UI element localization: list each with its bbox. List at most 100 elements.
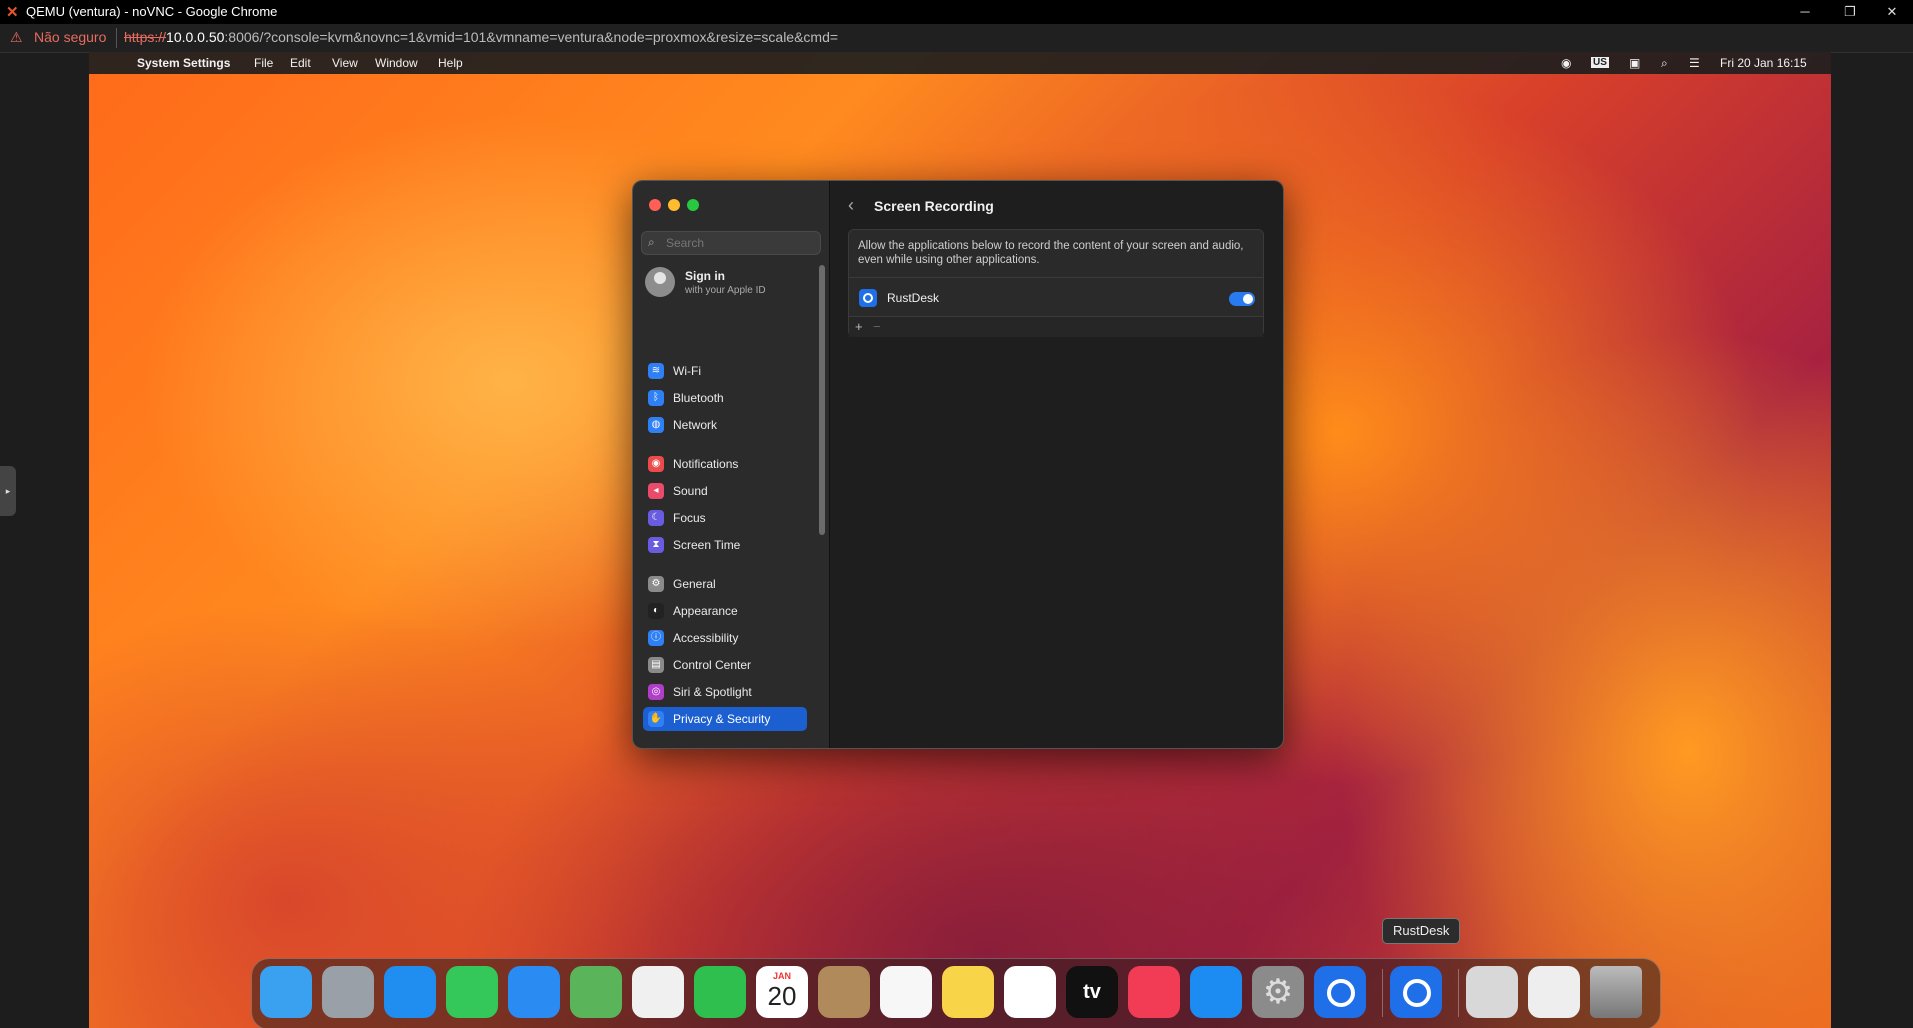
- dock-freeform-icon[interactable]: [1004, 966, 1056, 1018]
- sidebar-item-network[interactable]: ◍ Network: [643, 413, 807, 437]
- sidebar-item-siri-spotlight[interactable]: ◎ Siri & Spotlight: [643, 680, 807, 704]
- sidebar-item-screen-time[interactable]: ⧗ Screen Time: [643, 533, 807, 557]
- rustdesk-ring: [1403, 979, 1431, 1007]
- zoom-window-button[interactable]: [687, 199, 699, 211]
- dock-launchpad-icon[interactable]: [322, 966, 374, 1018]
- sidebar-scrollbar[interactable]: [819, 265, 825, 535]
- sidebar-item-label: Sound: [673, 484, 708, 498]
- sidebar-item-appearance[interactable]: ◐ Appearance: [643, 599, 807, 623]
- sound-icon: ◂: [648, 483, 664, 499]
- dock-music-icon[interactable]: [1128, 966, 1180, 1018]
- sidebar-item-privacy-security[interactable]: ✋ Privacy & Security: [643, 707, 807, 731]
- dock-reminders-icon[interactable]: [880, 966, 932, 1018]
- menu-edit[interactable]: Edit: [290, 56, 311, 70]
- search-icon: ⌕: [648, 235, 655, 249]
- back-button[interactable]: ‹: [848, 195, 854, 216]
- dock-trash-icon[interactable]: [1590, 966, 1642, 1018]
- gear-icon: ⚙: [1262, 973, 1294, 1011]
- wi-fi-icon: ≋: [648, 363, 664, 379]
- apple-id-signin[interactable]: Sign in with your Apple ID: [645, 267, 821, 303]
- menu-window[interactable]: Window: [375, 56, 418, 70]
- sidebar-item-focus[interactable]: ☾ Focus: [643, 506, 807, 530]
- dock-system-settings-icon[interactable]: ⚙: [1252, 966, 1304, 1018]
- minimize-window-button[interactable]: [668, 199, 680, 211]
- novnc-control-bar-handle[interactable]: ▸: [0, 466, 16, 516]
- dock-photos-icon[interactable]: [632, 966, 684, 1018]
- menu-clock[interactable]: Fri 20 Jan 16:15: [1720, 56, 1807, 70]
- network-icon: ◍: [648, 417, 664, 433]
- dock-finder-icon[interactable]: [260, 966, 312, 1018]
- close-window-button[interactable]: [649, 199, 661, 211]
- address-bar[interactable]: ⚠ Não seguro https://10.0.0.50:8006/?con…: [0, 24, 1913, 53]
- signin-title: Sign in: [685, 269, 725, 283]
- add-app-button[interactable]: +: [855, 319, 863, 334]
- system-settings-window: ⌕ Search Sign in with your Apple ID ≋ Wi-…: [632, 180, 1284, 749]
- vnc-screen[interactable]: System Settings File Edit View Window He…: [89, 52, 1831, 1028]
- sidebar-item-notifications[interactable]: ◉ Notifications: [643, 452, 807, 476]
- sidebar-item-general[interactable]: ⚙ General: [643, 572, 807, 596]
- menu-app-name[interactable]: System Settings: [137, 56, 230, 70]
- menu-help[interactable]: Help: [438, 56, 463, 70]
- signin-subtitle: with your Apple ID: [685, 285, 766, 296]
- sidebar-item-bluetooth[interactable]: ᛒ Bluetooth: [643, 386, 807, 410]
- screen-time-icon: ⧗: [648, 537, 664, 553]
- sidebar-item-wi-fi[interactable]: ≋ Wi-Fi: [643, 359, 807, 383]
- window-icon[interactable]: ▣: [1629, 56, 1640, 70]
- rustdesk-permission-toggle[interactable]: [1229, 292, 1255, 306]
- dock-app-store-icon[interactable]: [1190, 966, 1242, 1018]
- notifications-icon: ◉: [648, 456, 664, 472]
- control-center-icon[interactable]: ☰: [1689, 56, 1700, 70]
- dock-messages-icon[interactable]: [446, 966, 498, 1018]
- list-item[interactable]: RustDesk: [849, 278, 1263, 316]
- dock-mail-icon[interactable]: [508, 966, 560, 1018]
- url-text[interactable]: https://10.0.0.50:8006/?console=kvm&novn…: [124, 29, 838, 45]
- sidebar-item-label: Screen Time: [673, 538, 741, 552]
- settings-content: ‹ Screen Recording Allow the application…: [830, 181, 1283, 748]
- menu-file[interactable]: File: [254, 56, 273, 70]
- dock-calendar-icon[interactable]: JAN 20: [756, 966, 808, 1018]
- macos-menu-bar: System Settings File Edit View Window He…: [89, 52, 1831, 74]
- dock-facetime-icon[interactable]: [694, 966, 746, 1018]
- menu-view[interactable]: View: [332, 56, 358, 70]
- restore-button[interactable]: ❐: [1830, 2, 1870, 22]
- rustdesk-ring: [1327, 979, 1355, 1007]
- sidebar-item-accessibility[interactable]: ⓘ Accessibility: [643, 626, 807, 650]
- privacy-security-icon: ✋: [648, 711, 664, 727]
- spotlight-search-icon[interactable]: ⌕: [1661, 56, 1668, 71]
- sidebar-item-label: Focus: [673, 511, 706, 525]
- sidebar-item-desktop-dock[interactable]: ▭Desktop & Dock: [643, 746, 807, 748]
- sidebar-item-label: Wi-Fi: [673, 364, 701, 378]
- dock-maps-icon[interactable]: [570, 966, 622, 1018]
- dock-notes-icon[interactable]: [942, 966, 994, 1018]
- dock-rustdesk-icon[interactable]: [1314, 966, 1366, 1018]
- general-icon: ⚙: [648, 576, 664, 592]
- dock-rustdesk-icon[interactable]: [1390, 966, 1442, 1018]
- sidebar-item-label: Notifications: [673, 457, 739, 471]
- window-title: QEMU (ventura) - noVNC - Google Chrome: [26, 4, 278, 19]
- panel-description: Allow the applications below to record t…: [858, 240, 1244, 266]
- insecure-label[interactable]: Não seguro: [34, 29, 106, 45]
- bluetooth-icon: ᛒ: [648, 390, 664, 406]
- remove-app-button[interactable]: −: [873, 319, 881, 334]
- divider: [116, 28, 117, 48]
- sidebar-item-sound[interactable]: ◂ Sound: [643, 479, 807, 503]
- close-button[interactable]: ✕: [1872, 2, 1912, 22]
- tv-label: tv: [1083, 981, 1101, 1003]
- dock-contacts-icon[interactable]: [818, 966, 870, 1018]
- sidebar-item-label: General: [673, 577, 716, 591]
- minimize-button[interactable]: ─: [1785, 2, 1825, 22]
- sidebar-item-control-center[interactable]: ▤ Control Center: [643, 653, 807, 677]
- browser-title-bar: ✕ QEMU (ventura) - noVNC - Google Chrome…: [0, 0, 1913, 24]
- search-input[interactable]: ⌕ Search: [641, 231, 821, 255]
- page-title: Screen Recording: [874, 198, 994, 214]
- dock-safari-icon[interactable]: [384, 966, 436, 1018]
- search-placeholder: Search: [666, 236, 705, 250]
- input-source-badge[interactable]: US: [1591, 57, 1609, 68]
- accessibility-icon: ⓘ: [648, 630, 664, 646]
- app-name: RustDesk: [887, 291, 940, 305]
- dock-preview-icon[interactable]: [1466, 966, 1518, 1018]
- screen-recording-indicator-icon[interactable]: ◉: [1561, 56, 1571, 70]
- dock-document-icon[interactable]: [1528, 966, 1580, 1018]
- warning-icon[interactable]: ⚠: [10, 29, 23, 46]
- dock-tv-icon[interactable]: tv: [1066, 966, 1118, 1018]
